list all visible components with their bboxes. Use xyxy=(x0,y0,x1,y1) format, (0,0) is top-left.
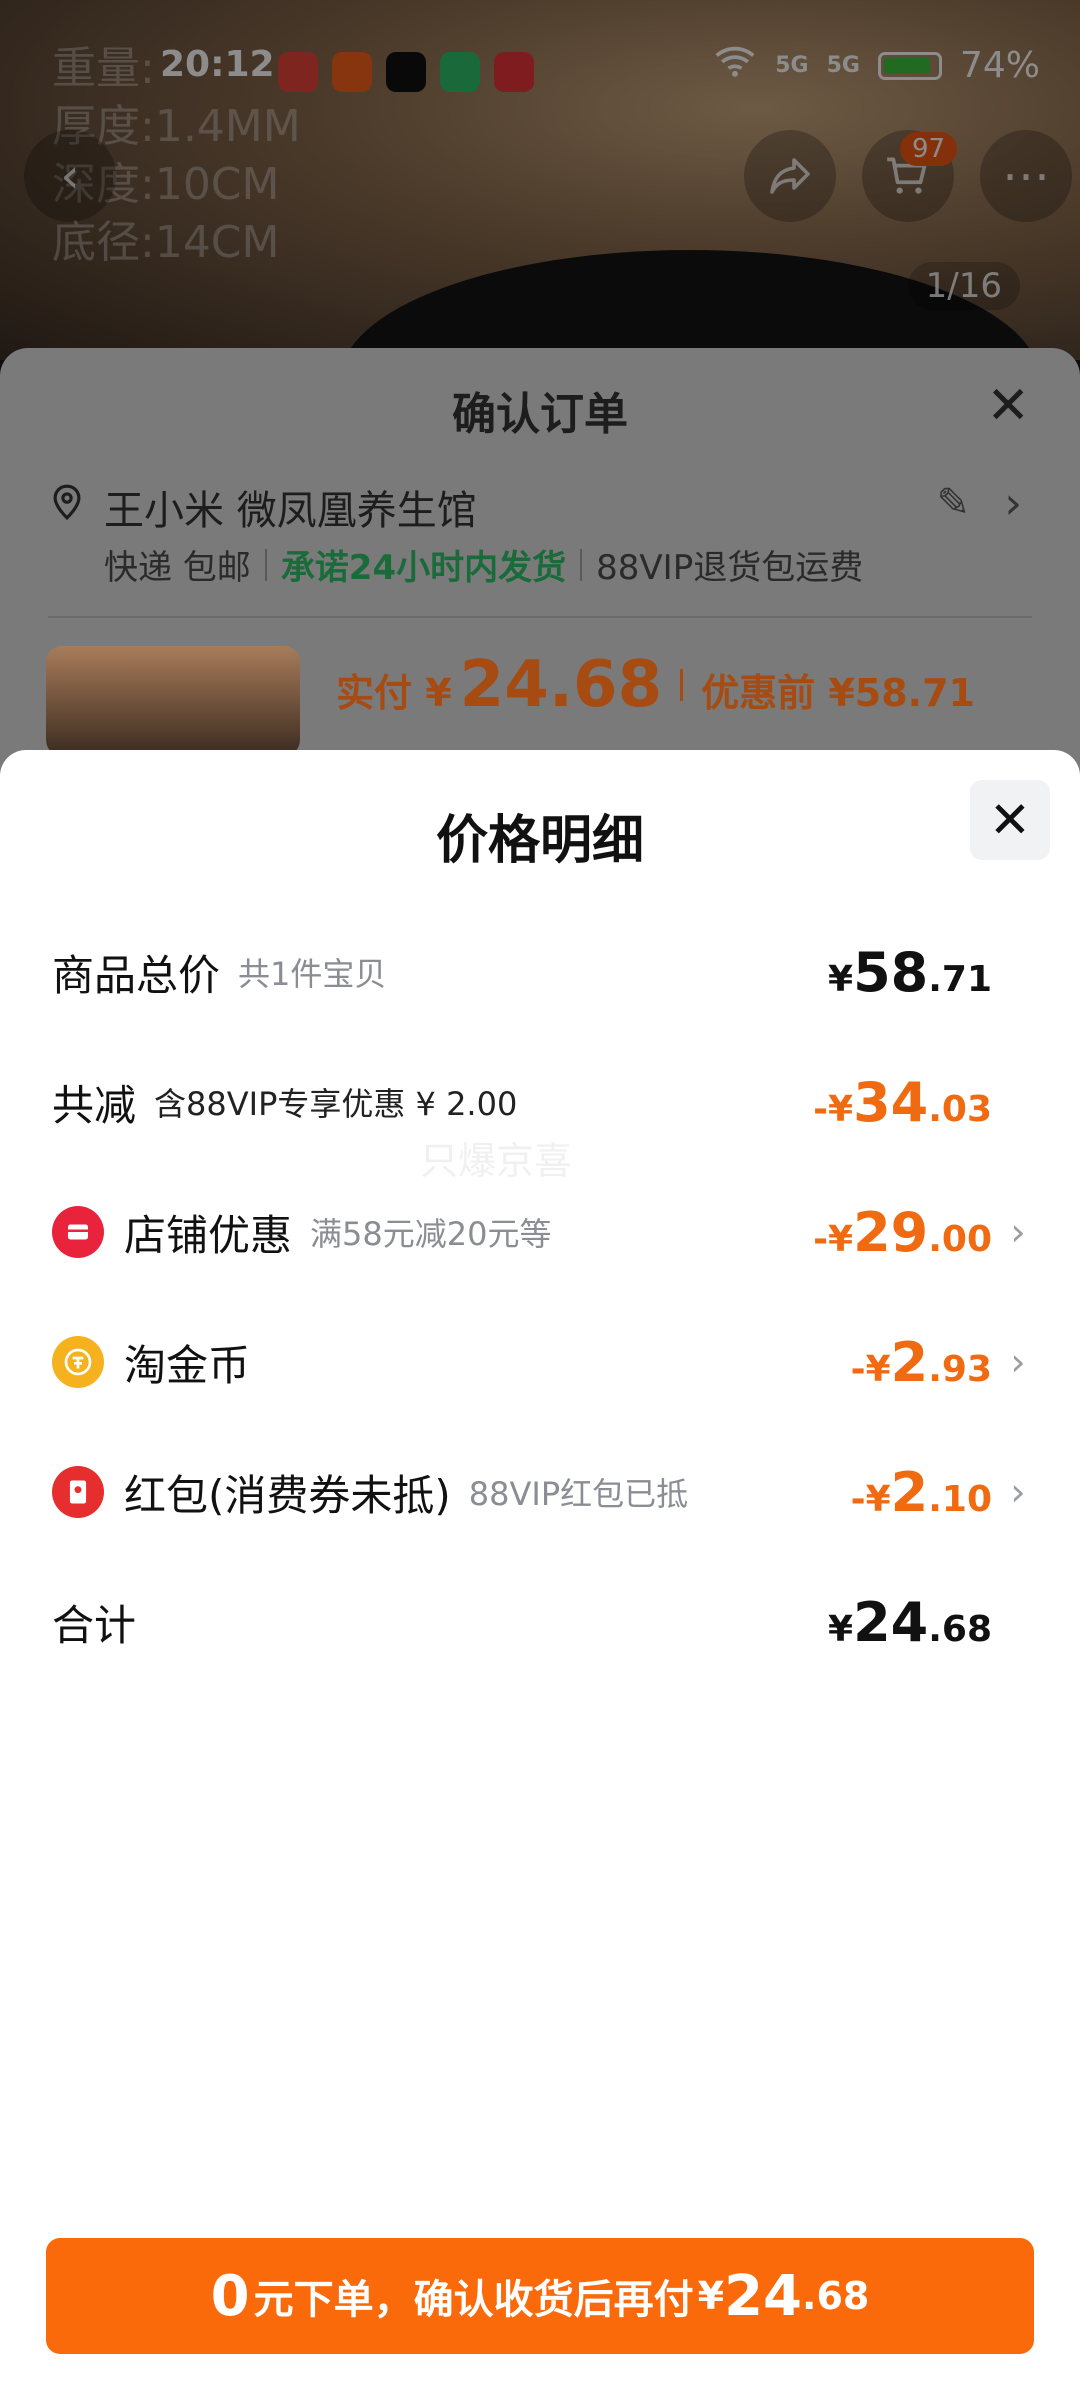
order-close-icon[interactable]: ✕ xyxy=(986,376,1030,436)
chevron-right-icon[interactable]: › xyxy=(1004,478,1022,529)
order-title: 确认订单 xyxy=(452,389,628,440)
close-button[interactable]: ✕ xyxy=(970,780,1050,860)
submit-order-button[interactable]: 0 元下单，确认收货后再付 ¥ 24 .68 xyxy=(46,2238,1034,2354)
chevron-right-icon: › xyxy=(1010,1340,1026,1384)
location-icon xyxy=(48,483,86,531)
row-total-reduction: 共减 含88VIP专享优惠 ¥ 2.00 -¥ 34 .03 › xyxy=(52,1070,992,1134)
divider xyxy=(48,616,1032,618)
row-coins[interactable]: 淘金币 -¥ 2 .93 › xyxy=(52,1322,1028,1402)
sum-value: ¥ 24 .68 xyxy=(828,1590,992,1654)
close-icon: ✕ xyxy=(989,791,1031,849)
chevron-right-icon: › xyxy=(1010,1470,1026,1514)
row-sum: 合计 ¥ 24 .68 › xyxy=(52,1590,992,1654)
edit-icon[interactable]: ✎ xyxy=(936,480,970,526)
row-shop-discount[interactable]: 店铺优惠 满58元减20元等 -¥ 29 .00 › xyxy=(52,1192,1028,1272)
shipping-info: 快递 包邮 承诺24小时内发货 88VIP退货包运费 xyxy=(104,548,864,588)
goods-total-value: ¥ 58 .71 xyxy=(828,940,992,1004)
red-packet-value: -¥ 2 .10 xyxy=(850,1460,992,1524)
total-reduction-value: -¥ 34 .03 xyxy=(813,1070,992,1134)
coin-icon xyxy=(52,1336,104,1388)
row-goods-total: 商品总价 共1件宝贝 ¥ 58 .71 › xyxy=(52,940,992,1004)
modal-title: 价格明细 xyxy=(435,811,644,871)
chevron-right-icon: › xyxy=(1010,1210,1026,1254)
address-name: 王小米 微凤凰养生馆 xyxy=(104,488,477,534)
shop-icon xyxy=(52,1206,104,1258)
coins-value: -¥ 2 .93 xyxy=(850,1330,992,1394)
pay-summary: 实付 ¥ 24.68 优惠前 ¥58.71 xyxy=(336,648,975,722)
price-detail-modal: 价格明细 ✕ 只爆京喜 商品总价 共1件宝贝 ¥ 58 .71 › 共减 含88… xyxy=(0,750,1080,2400)
address-row[interactable]: 王小米 微凤凰养生馆 xyxy=(48,478,477,536)
row-red-packet[interactable]: 红包(消费券未抵) 88VIP红包已抵 -¥ 2 .10 › xyxy=(52,1452,1028,1532)
product-thumbnail xyxy=(46,646,300,756)
shop-discount-value: -¥ 29 .00 xyxy=(813,1200,992,1264)
red-packet-icon xyxy=(52,1466,104,1518)
